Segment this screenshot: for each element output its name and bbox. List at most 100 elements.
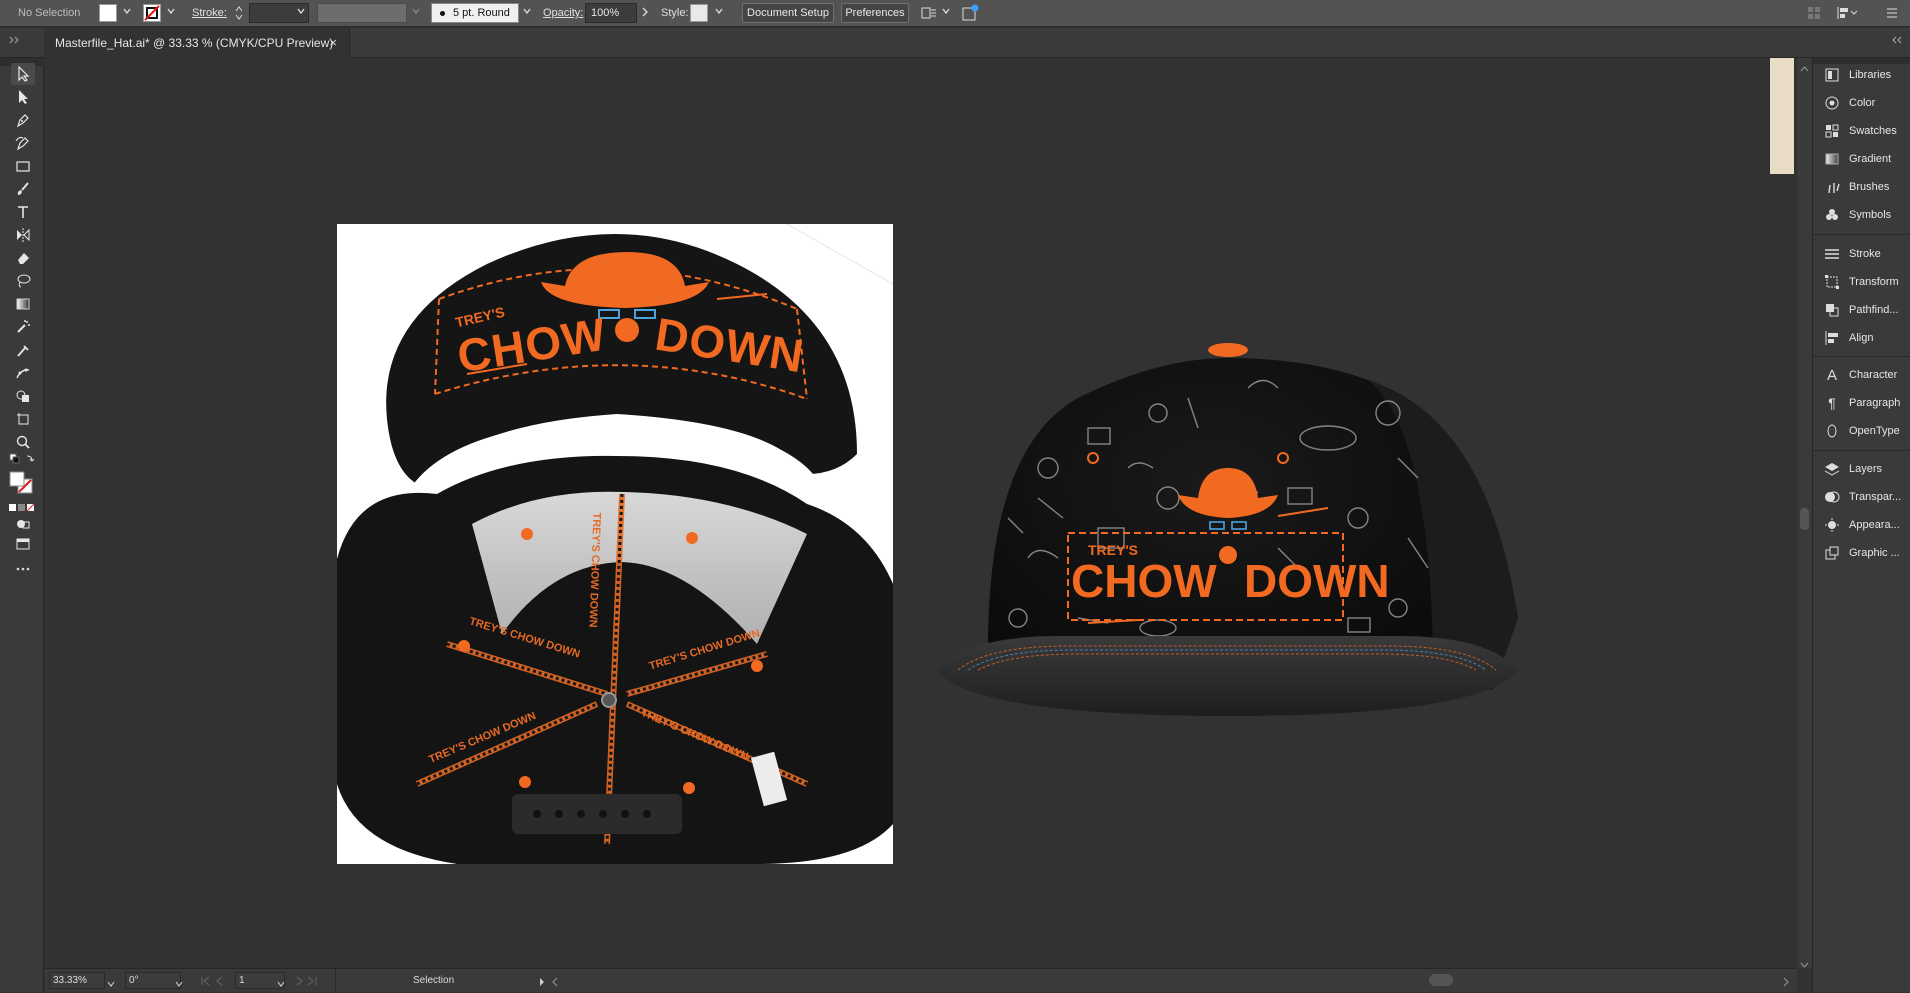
eraser-tool-icon[interactable]: [11, 247, 35, 269]
control-bar-menu-icon[interactable]: [1884, 5, 1900, 21]
hat-underside-photo[interactable]: TREY'S CHOW DOWN TREY'S CHOW DOWN TREY'S…: [337, 224, 893, 864]
stroke-icon: [1823, 245, 1841, 263]
recolor-artwork-icon[interactable]: [960, 3, 980, 23]
zoom-field[interactable]: 33.33%: [49, 972, 105, 989]
type-tool-icon[interactable]: [11, 201, 35, 223]
artboard-chevron-icon[interactable]: [277, 975, 285, 987]
selection-status: No Selection: [18, 7, 81, 19]
opacity-chevron-right-icon[interactable]: [641, 7, 649, 17]
panel-opentype[interactable]: OpenType: [1823, 420, 1900, 442]
swatches-icon: [1823, 122, 1841, 140]
fill-swatch[interactable]: [99, 4, 117, 22]
shape-builder-tool-icon[interactable]: [11, 385, 35, 407]
stroke-swatch[interactable]: [143, 4, 161, 22]
panel-divider: [1813, 356, 1910, 357]
panel-graphic-styles[interactable]: Graphic ...: [1823, 542, 1900, 564]
draw-mode-icon[interactable]: [11, 513, 35, 535]
selection-tool-icon[interactable]: [11, 63, 35, 85]
panel-brushes[interactable]: Brushes: [1823, 176, 1889, 198]
panel-layers[interactable]: Layers: [1823, 458, 1882, 480]
next-last-artboard-icons[interactable]: [293, 974, 325, 986]
scroll-down-chevron-icon[interactable]: [1800, 956, 1809, 968]
edit-toolbar-more-icon[interactable]: [11, 558, 35, 580]
symbols-icon: [1823, 206, 1841, 224]
default-swap-colors-icon[interactable]: [9, 453, 37, 467]
paintbrush-tool-icon[interactable]: [11, 178, 35, 200]
opentype-icon: [1823, 422, 1841, 440]
status-menu-chevron-icon[interactable]: [538, 974, 546, 986]
curvature-tool-icon[interactable]: [11, 132, 35, 154]
hat-front-mockup[interactable]: TREY'S CHOW DOWN: [928, 318, 1528, 798]
artboard-tool-icon[interactable]: [11, 408, 35, 430]
canvas-area[interactable]: TREY'S CHOW DOWN TREY'S CHOW DOWN TREY'S…: [45, 58, 1797, 968]
color-mode-buttons[interactable]: [9, 499, 35, 512]
arrange-chevron-icon[interactable]: [942, 7, 950, 15]
rotation-field[interactable]: 0°: [125, 972, 181, 989]
stroke-weight-chevron-icon[interactable]: [297, 7, 305, 15]
hscroll-left-chevron-icon[interactable]: [551, 974, 559, 987]
brush-definition[interactable]: 5 pt. Round: [431, 3, 519, 23]
stroke-dropdown-chevron-icon[interactable]: [167, 7, 175, 15]
profile-chevron-icon[interactable]: [412, 7, 420, 15]
puppet-warp-tool-icon[interactable]: [11, 362, 35, 384]
panel-appearance[interactable]: Appeara...: [1823, 514, 1900, 536]
fill-stroke-indicator[interactable]: [9, 471, 37, 495]
panel-gradient[interactable]: Gradient: [1823, 148, 1891, 170]
eyedropper-tool-icon[interactable]: [11, 339, 35, 361]
hscroll-right-chevron-icon[interactable]: [1782, 974, 1790, 987]
vertical-scrollbar[interactable]: [1770, 58, 1812, 968]
paragraph-icon: ¶: [1828, 395, 1836, 411]
stroke-label[interactable]: Stroke:: [192, 7, 227, 19]
opacity-field[interactable]: 100%: [585, 3, 637, 23]
pen-tool-icon[interactable]: [11, 109, 35, 131]
graphic-style-swatch[interactable]: [690, 4, 708, 22]
panel-color[interactable]: Color: [1823, 92, 1875, 114]
align-to-icon[interactable]: [1836, 5, 1858, 21]
graphic-styles-icon: [1823, 544, 1841, 562]
first-prev-artboard-icons[interactable]: [200, 974, 232, 986]
scroll-up-chevron-icon[interactable]: [1800, 60, 1809, 72]
panel-pathfinder[interactable]: Pathfind...: [1823, 299, 1899, 321]
appearance-icon: [1823, 516, 1841, 534]
fill-dropdown-chevron-icon[interactable]: [123, 7, 131, 15]
panel-paragraph[interactable]: ¶ Paragraph: [1823, 392, 1900, 414]
arrange-documents-icon[interactable]: [920, 4, 938, 22]
document-tab[interactable]: Masterfile_Hat.ai* @ 33.33 % (CMYK/CPU P…: [44, 28, 350, 58]
stroke-weight-stepper[interactable]: [233, 3, 245, 23]
rotation-chevron-icon[interactable]: [175, 975, 183, 987]
opacity-label[interactable]: Opacity:: [543, 7, 583, 19]
brush-chevron-icon[interactable]: [523, 7, 531, 15]
panel-libraries[interactable]: Libraries: [1823, 64, 1891, 86]
brushes-icon: [1823, 178, 1841, 196]
lasso-tool-icon[interactable]: [11, 270, 35, 292]
collapse-tools-chevron-icon[interactable]: [8, 32, 22, 44]
symbol-sprayer-tool-icon[interactable]: [11, 316, 35, 338]
front-brand-word1: CHOW: [1071, 555, 1217, 607]
screen-mode-icon[interactable]: [11, 533, 35, 555]
zoom-tool-icon[interactable]: [11, 431, 35, 453]
panel-swatches[interactable]: Swatches: [1823, 120, 1897, 142]
panel-transform[interactable]: Transform: [1823, 271, 1899, 293]
collapse-panels-chevron-icon[interactable]: [1890, 32, 1904, 44]
reflect-tool-icon[interactable]: [11, 224, 35, 246]
horizontal-scroll-thumb[interactable]: [1429, 974, 1453, 986]
rectangle-tool-icon[interactable]: [11, 155, 35, 177]
panel-stroke[interactable]: Stroke: [1823, 243, 1881, 265]
close-tab-icon[interactable]: ×: [329, 35, 337, 50]
vertical-scroll-thumb[interactable]: [1800, 508, 1809, 530]
document-setup-button[interactable]: Document Setup: [742, 3, 834, 23]
style-chevron-icon[interactable]: [715, 7, 723, 15]
panel-align[interactable]: Align: [1823, 327, 1873, 349]
panel-transparency[interactable]: Transpar...: [1823, 486, 1901, 508]
gradient-tool-icon[interactable]: [11, 293, 35, 315]
variable-width-profile[interactable]: [317, 3, 407, 23]
brush-label: 5 pt. Round: [453, 7, 510, 19]
workspace-switcher-icon[interactable]: [1806, 5, 1822, 21]
direct-selection-tool-icon[interactable]: [11, 86, 35, 108]
preferences-button[interactable]: Preferences: [841, 3, 909, 23]
document-tab-title: Masterfile_Hat.ai* @ 33.33 % (CMYK/CPU P…: [55, 36, 334, 50]
panel-symbols[interactable]: Symbols: [1823, 204, 1891, 226]
navigator-thumbnail: [1770, 58, 1794, 174]
zoom-chevron-icon[interactable]: [107, 975, 115, 987]
panel-character[interactable]: A Character: [1823, 364, 1897, 386]
